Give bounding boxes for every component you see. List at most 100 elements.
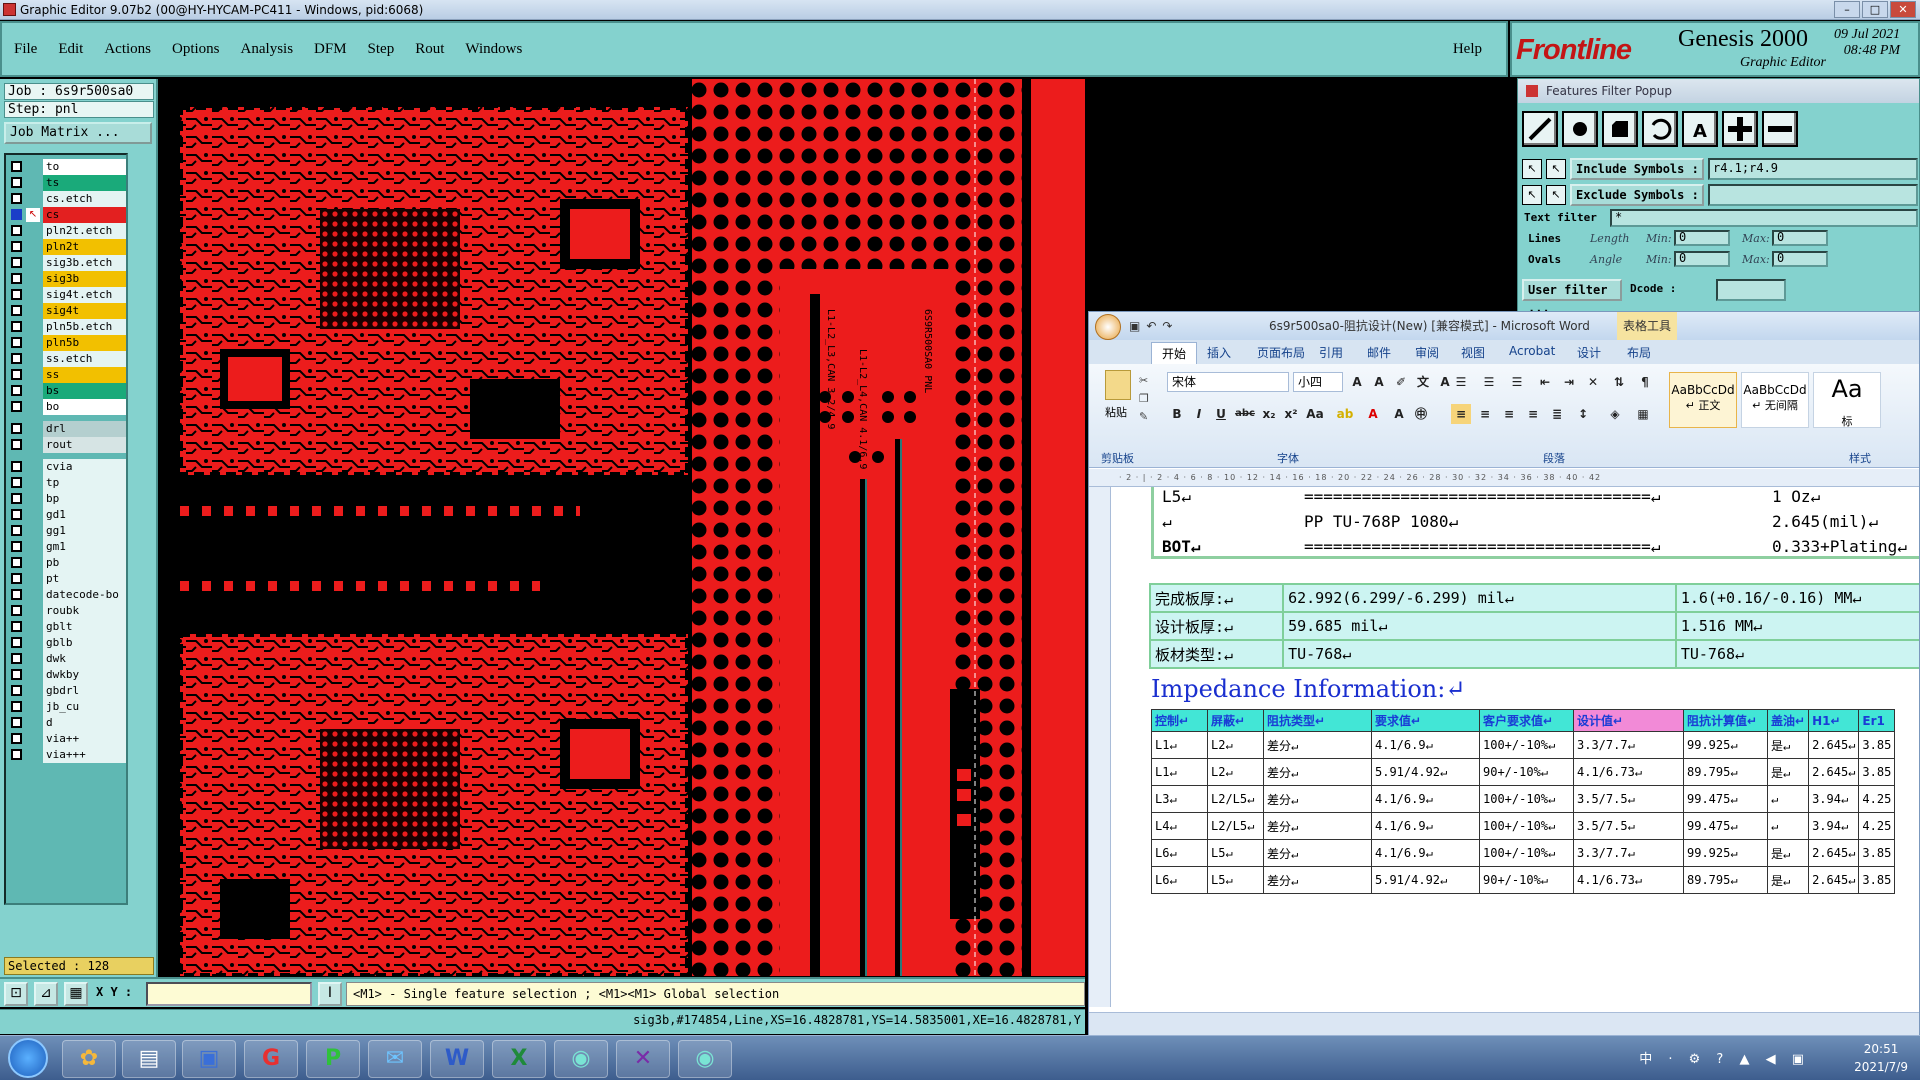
layer-row-via-[interactable]: via++ <box>8 731 126 747</box>
table-cell[interactable]: 差分↵ <box>1263 812 1372 840</box>
layer-row-d[interactable]: d <box>8 715 126 731</box>
column-header[interactable]: Er1 <box>1858 709 1896 732</box>
layer-row-cs-etch[interactable]: cs.etch <box>8 191 126 207</box>
borders-icon[interactable]: ▦ <box>1633 404 1653 424</box>
bold-icon[interactable]: B <box>1167 404 1187 424</box>
start-button[interactable] <box>8 1038 48 1078</box>
enclose-char-icon[interactable]: ㊥ <box>1411 404 1431 424</box>
layer-checkbox[interactable] <box>11 423 22 434</box>
layer-row-gm1[interactable]: gm1 <box>8 539 126 555</box>
menu-rout[interactable]: Rout <box>415 41 444 58</box>
layer-checkbox[interactable] <box>11 477 22 488</box>
text-cursor-icon[interactable]: I <box>318 982 342 1006</box>
clipboard-icons[interactable]: ✂ ❐ ✎ <box>1139 372 1149 426</box>
menu-edit[interactable]: Edit <box>58 41 83 58</box>
layer-checkbox[interactable] <box>11 337 22 348</box>
table-cell[interactable]: ↵ <box>1766 785 1810 813</box>
pcb-canvas[interactable]: L1-L2_L3,CAN 3.2/4.9 L1-L2_L4,CAN 4.1/6.… <box>160 79 1085 976</box>
superscript-icon[interactable]: x² <box>1281 404 1301 424</box>
table-cell[interactable]: 3.85 <box>1858 839 1896 867</box>
table-cell[interactable]: L5↵ <box>1207 866 1264 894</box>
filter-text-icon[interactable]: A <box>1682 111 1718 147</box>
table-cell[interactable]: 4.1/6.73↵ <box>1573 866 1684 894</box>
layer-checkbox[interactable] <box>11 557 22 568</box>
align-left-icon[interactable]: ≡ <box>1451 404 1471 424</box>
layer-row-gg1[interactable]: gg1 <box>8 523 126 539</box>
layer-checkbox[interactable] <box>11 589 22 600</box>
taskbar-notepad-icon[interactable]: ▤ <box>122 1040 176 1078</box>
filter-pad-icon[interactable] <box>1562 111 1598 147</box>
layer-checkbox[interactable] <box>11 385 22 396</box>
paste-icon[interactable] <box>1105 370 1131 400</box>
layer-name[interactable]: bp <box>43 491 126 507</box>
layer-name[interactable]: sig3b <box>43 271 126 287</box>
minimize-button[interactable]: – <box>1834 1 1860 18</box>
column-header[interactable]: 设计值↵ <box>1573 709 1684 732</box>
numbering-icon[interactable]: ☰ <box>1479 372 1499 392</box>
menu-help[interactable]: Help <box>1453 41 1482 58</box>
table-cell[interactable]: 1.6(+0.16/-0.16) MM↵ <box>1674 583 1919 613</box>
layer-row-sig4t-etch[interactable]: sig4t.etch <box>8 287 126 303</box>
layer-row-gd1[interactable]: gd1 <box>8 507 126 523</box>
layer-name[interactable]: pt <box>43 571 126 587</box>
shrink-font-icon[interactable]: A <box>1369 372 1389 392</box>
chinese-layout-icon[interactable]: ✕ <box>1583 372 1603 392</box>
font-color-icon[interactable]: A <box>1363 404 1383 424</box>
column-header[interactable]: 阻抗类型↵ <box>1263 709 1372 732</box>
table-cell[interactable]: 2.645↵ <box>1808 866 1860 894</box>
table-cell[interactable]: L2↵ <box>1207 758 1264 786</box>
table-cell[interactable]: 2.645↵ <box>1808 758 1860 786</box>
ribbon-tab-3[interactable]: 引用 <box>1319 344 1343 361</box>
layer-name[interactable]: pln5b <box>43 335 126 351</box>
menu-windows[interactable]: Windows <box>465 41 522 58</box>
layer-checkbox[interactable] <box>11 637 22 648</box>
layer-checkbox[interactable] <box>11 369 22 380</box>
distribute-icon[interactable]: ≣ <box>1547 404 1567 424</box>
include-select-icon[interactable]: ↖ <box>1546 159 1566 179</box>
layer-row-ss-etch[interactable]: ss.etch <box>8 351 126 367</box>
column-header[interactable]: 要求值↵ <box>1371 709 1480 732</box>
char-shading-icon[interactable]: A <box>1389 404 1409 424</box>
layer-name[interactable]: cs <box>43 207 126 223</box>
table-cell[interactable]: L1↵ <box>1151 758 1208 786</box>
table-cell[interactable]: 4.1/6.73↵ <box>1573 758 1684 786</box>
table-cell[interactable]: 4.1/6.9↵ <box>1371 839 1480 867</box>
measure-icon[interactable]: ⊿ <box>34 982 58 1006</box>
lines-checkbox[interactable]: Lines <box>1528 232 1561 245</box>
ribbon-tab-6[interactable]: 视图 <box>1461 344 1485 361</box>
highlight-icon[interactable]: ab <box>1335 404 1355 424</box>
layer-row-gblb[interactable]: gblb <box>8 635 126 651</box>
ribbon-tab-2[interactable]: 页面布局 <box>1257 344 1305 361</box>
angle-max-input[interactable]: 0 <box>1772 251 1828 267</box>
layer-name[interactable]: datecode-bo <box>43 587 126 603</box>
layer-row-cs[interactable]: ↖ cs <box>8 207 126 223</box>
layer-checkbox[interactable] <box>11 605 22 616</box>
table-cell[interactable]: 2.645↵ <box>1808 731 1860 759</box>
table-cell[interactable]: 99.475↵ <box>1683 785 1768 813</box>
layer-row-drl[interactable]: drl <box>8 421 126 437</box>
exclude-select-icon[interactable]: ↖ <box>1546 185 1566 205</box>
change-case-icon[interactable]: Aa <box>1305 404 1325 424</box>
layer-name[interactable]: dwkby <box>43 667 126 683</box>
layer-name[interactable]: pb <box>43 555 126 571</box>
table-cell[interactable]: 3.85 <box>1858 866 1896 894</box>
table-cell[interactable]: 99.925↵ <box>1683 839 1768 867</box>
layer-name[interactable]: jb_cu <box>43 699 126 715</box>
table-cell[interactable]: 差分↵ <box>1263 785 1372 813</box>
column-header[interactable]: H1↵ <box>1808 709 1860 732</box>
taskbar-genesis-icon[interactable]: G <box>244 1040 298 1078</box>
sort-icon[interactable]: ⇅ <box>1609 372 1629 392</box>
table-cell[interactable]: L5↵ <box>1207 839 1264 867</box>
table-cell[interactable]: 90+/-10%↵ <box>1479 758 1574 786</box>
layer-row-pln2t-etch[interactable]: pln2t.etch <box>8 223 126 239</box>
column-header[interactable]: 阻抗计算值↵ <box>1683 709 1768 732</box>
ribbon-tab-7[interactable]: Acrobat <box>1509 344 1555 358</box>
table-cell[interactable]: 差分↵ <box>1263 839 1372 867</box>
table-cell[interactable]: 4.1/6.9↵ <box>1371 812 1480 840</box>
strikethrough-icon[interactable]: abc <box>1235 404 1255 424</box>
taskbar-app-3-icon[interactable]: ◉ <box>678 1040 732 1078</box>
layer-checkbox[interactable] <box>11 209 22 220</box>
layer-row-pt[interactable]: pt <box>8 571 126 587</box>
layer-name[interactable]: sig3b.etch <box>43 255 126 271</box>
show-marks-icon[interactable]: ¶ <box>1635 372 1655 392</box>
